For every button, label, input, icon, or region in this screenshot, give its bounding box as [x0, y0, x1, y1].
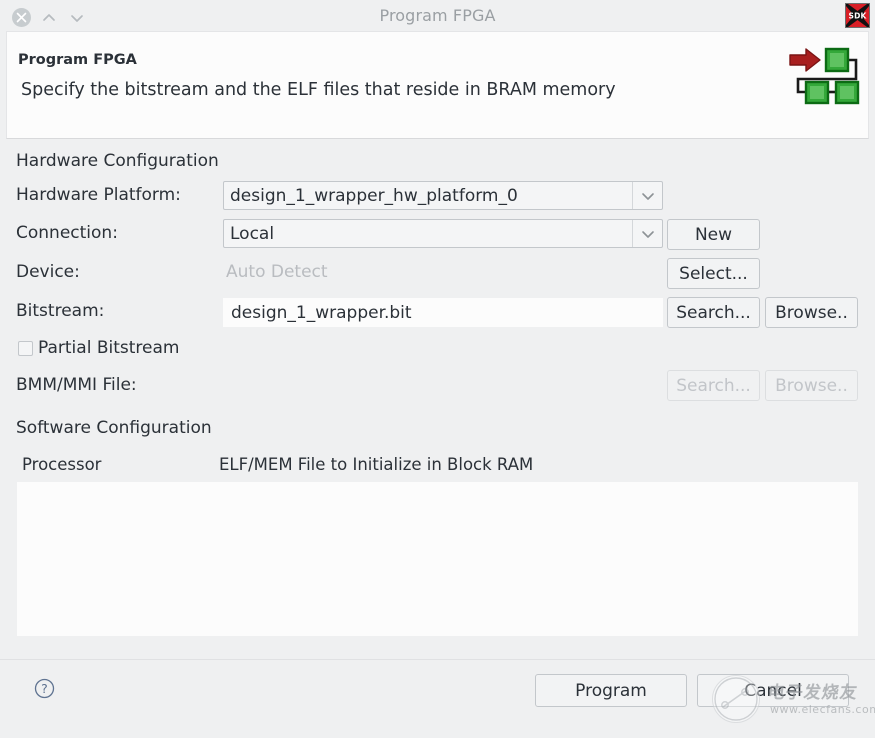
- device-label: Device:: [16, 262, 80, 282]
- help-question-icon[interactable]: ?: [34, 678, 55, 699]
- hardware-configuration-label: Hardware Configuration: [16, 151, 219, 171]
- svg-text:?: ?: [41, 681, 48, 696]
- page-description: Specify the bitstream and the ELF files …: [21, 80, 616, 100]
- column-header-processor: Processor: [22, 455, 101, 474]
- bitstream-label: Bitstream:: [16, 301, 104, 321]
- fpga-program-flow-icon: [786, 44, 862, 106]
- hardware-platform-value: design_1_wrapper_hw_platform_0: [224, 182, 632, 209]
- partial-bitstream-label: Partial Bitstream: [38, 338, 179, 358]
- sdk-app-icon: SDK: [845, 3, 870, 28]
- chevron-down-glyph: [641, 229, 655, 239]
- processor-elf-table[interactable]: [17, 482, 858, 636]
- connection-value: Local: [224, 220, 632, 247]
- title-bar: Program FPGA: [0, 0, 875, 31]
- fpga-program-flow-artwork: [786, 44, 862, 106]
- bitstream-search-button[interactable]: Search...: [667, 297, 760, 328]
- chevron-down-icon[interactable]: [632, 220, 662, 247]
- close-glyph: [16, 12, 27, 23]
- device-value: Auto Detect: [226, 262, 328, 282]
- program-fpga-dialog: Program FPGA: [0, 0, 875, 738]
- bmm-search-button: Search...: [667, 370, 760, 401]
- chevron-down-icon[interactable]: [632, 182, 662, 209]
- window-title: Program FPGA: [0, 0, 875, 31]
- program-button[interactable]: Program: [535, 674, 687, 707]
- bitstream-input[interactable]: design_1_wrapper.bit: [223, 298, 663, 327]
- cancel-button[interactable]: Cancel: [697, 674, 849, 707]
- footer-separator: [0, 659, 875, 660]
- chevron-up-icon[interactable]: [41, 10, 57, 24]
- new-connection-button[interactable]: New: [667, 219, 760, 250]
- bmm-browse-button: Browse..: [765, 370, 858, 401]
- header-banner: Program FPGA Specify the bitstream and t…: [6, 31, 869, 139]
- partial-bitstream-checkbox[interactable]: [18, 341, 33, 356]
- column-header-elf-mem-file: ELF/MEM File to Initialize in Block RAM: [219, 455, 533, 474]
- connection-label: Connection:: [16, 223, 118, 243]
- dialog-body: Hardware Configuration Hardware Platform…: [0, 139, 875, 659]
- software-configuration-label: Software Configuration: [16, 418, 212, 438]
- select-device-button[interactable]: Select...: [667, 258, 760, 289]
- sdk-icon-label: SDK: [846, 11, 869, 20]
- close-icon[interactable]: [12, 8, 31, 27]
- bmm-mmi-file-label: BMM/MMI File:: [16, 375, 137, 395]
- chevron-down-glyph: [641, 191, 655, 201]
- chevron-up-glyph: [41, 11, 57, 25]
- page-title: Program FPGA: [18, 52, 137, 68]
- hardware-platform-label: Hardware Platform:: [16, 185, 181, 205]
- help-question-glyph: ?: [34, 678, 55, 699]
- bitstream-browse-button[interactable]: Browse..: [765, 297, 858, 328]
- chevron-down-glyph: [69, 11, 85, 25]
- hardware-platform-combo[interactable]: design_1_wrapper_hw_platform_0: [223, 181, 663, 210]
- connection-combo[interactable]: Local: [223, 219, 663, 248]
- chevron-down-icon[interactable]: [69, 10, 85, 24]
